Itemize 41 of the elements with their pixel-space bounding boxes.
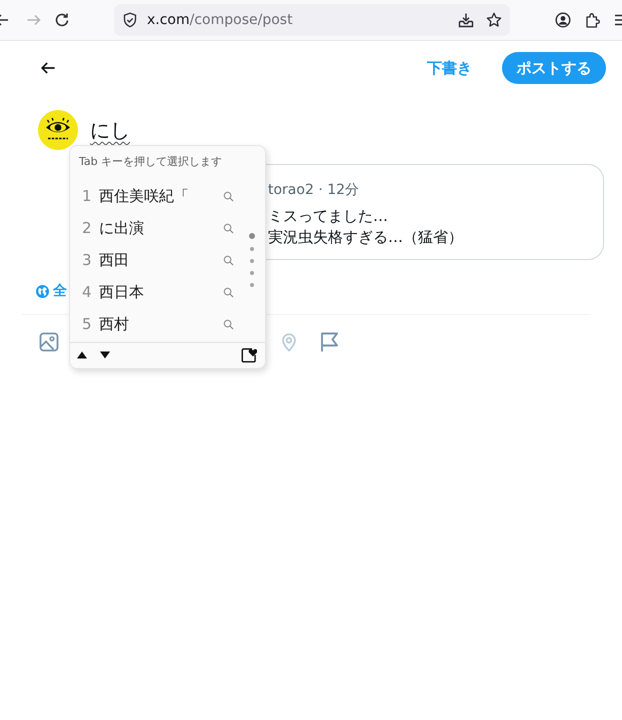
candidate-number: 3 (82, 251, 93, 269)
star-icon[interactable] (486, 12, 502, 28)
up-triangle-icon[interactable] (77, 351, 87, 359)
down-triangle-icon[interactable] (100, 351, 110, 359)
candidate-text: 西村 (99, 314, 130, 334)
page-dot-icon[interactable] (250, 259, 254, 263)
candidate-number: 1 (82, 187, 93, 205)
quoted-post-text: ミスってました… 実況虫失格すぎる…（猛省） (268, 206, 464, 248)
candidate-number: 2 (82, 219, 93, 237)
search-icon[interactable] (223, 318, 234, 330)
candidate-number: 5 (82, 315, 93, 333)
candidate-text: 西住美咲紀「 (99, 186, 190, 206)
reload-icon[interactable] (54, 12, 70, 28)
heart-box-icon[interactable] (241, 347, 257, 363)
address-bar[interactable]: x.com/compose/post (114, 4, 510, 36)
url-text: x.com/compose/post (147, 12, 293, 28)
candidate-text: 西日本 (99, 282, 145, 302)
candidate-text: に出演 (99, 218, 145, 238)
download-icon[interactable] (458, 12, 474, 28)
candidate-item[interactable]: 4 西日本 (82, 276, 234, 308)
eye-avatar-icon (38, 110, 78, 150)
search-icon[interactable] (223, 190, 234, 202)
image-icon[interactable] (39, 332, 59, 352)
search-icon[interactable] (223, 254, 234, 266)
post-text-field[interactable]: にし (90, 116, 130, 144)
candidate-number: 4 (82, 283, 93, 301)
quoted-post-handle: torao2 · 12分 (268, 181, 360, 200)
flag-icon[interactable] (319, 332, 339, 352)
puzzle-icon[interactable] (585, 12, 601, 28)
globe-icon[interactable] (36, 284, 49, 298)
search-icon[interactable] (223, 222, 234, 234)
page-dot-icon[interactable] (250, 283, 254, 287)
menu-icon[interactable] (615, 12, 622, 28)
back-arrow-icon[interactable] (0, 12, 9, 28)
search-icon[interactable] (223, 286, 234, 298)
page-dot-icon[interactable] (250, 271, 254, 275)
shield-icon (122, 12, 138, 28)
candidate-item[interactable]: 5 西村 (82, 308, 234, 340)
page-dot-icon[interactable] (248, 233, 254, 239)
page-dot-icon[interactable] (250, 247, 254, 251)
account-icon[interactable] (555, 12, 571, 28)
